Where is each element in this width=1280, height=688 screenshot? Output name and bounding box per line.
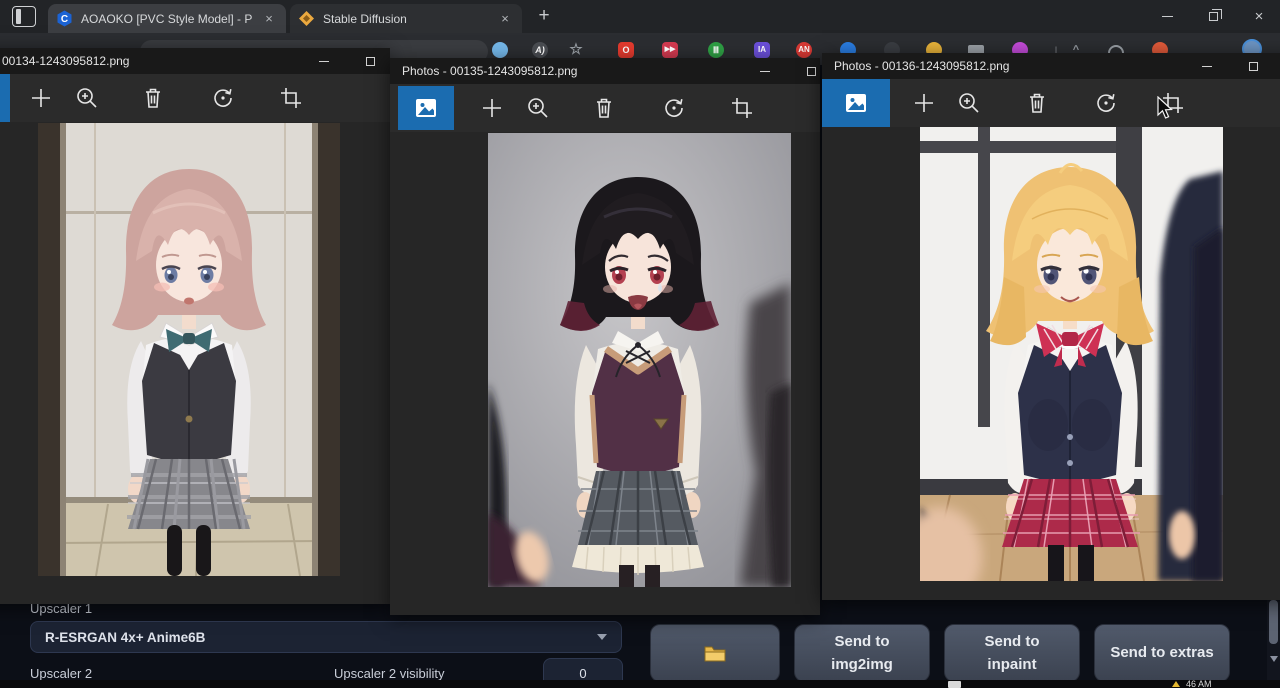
photo-00134[interactable] xyxy=(38,123,340,576)
rotate-button[interactable] xyxy=(1093,90,1119,116)
maximize-icon xyxy=(807,67,816,76)
restore-icon xyxy=(1209,12,1218,21)
add-button[interactable] xyxy=(479,95,505,121)
close-icon: × xyxy=(1255,9,1264,24)
delete-button[interactable] xyxy=(1024,90,1050,116)
photo-00136[interactable] xyxy=(920,127,1223,581)
civitai-c-icon: C xyxy=(56,10,73,27)
minimize-button[interactable] xyxy=(1184,53,1230,79)
scrollbar-down-button[interactable] xyxy=(1268,652,1279,666)
extension-icon-arc[interactable] xyxy=(1108,45,1124,53)
webui-scrollbar[interactable] xyxy=(1267,600,1280,688)
upscaler1-value: R-ESRGAN 4x+ Anime6B xyxy=(45,630,597,645)
photos-window-00136: Photos - 00136-1243095812.png xyxy=(822,53,1280,600)
maximize-button[interactable] xyxy=(347,48,393,74)
title-bar[interactable]: Photos - 00135-1243095812.png xyxy=(390,58,820,84)
crop-button[interactable] xyxy=(729,95,755,121)
notification-icon xyxy=(1172,681,1180,687)
photos-toolbar xyxy=(0,74,390,122)
delete-button[interactable] xyxy=(140,85,166,111)
zoom-button[interactable] xyxy=(956,90,982,116)
scrollbar-thumb[interactable] xyxy=(1269,600,1278,644)
taskbar: 46 AM xyxy=(0,680,1280,688)
browser-tab-bar: C AOAOKO [PVC Style Model] - PV × Stable… xyxy=(0,0,1280,33)
upscaler2-label: Upscaler 2 xyxy=(30,666,92,681)
extension-icon-play[interactable]: ▶▶ xyxy=(662,42,678,58)
extension-icon-shark[interactable] xyxy=(492,42,508,58)
browser-close-button[interactable]: × xyxy=(1236,0,1280,33)
maximize-icon xyxy=(1249,62,1258,71)
extension-icon-an[interactable]: AN xyxy=(796,42,812,58)
window-title: Photos - 00135-1243095812.png xyxy=(402,58,577,84)
bookmark-star-icon[interactable]: ☆ xyxy=(568,42,584,58)
delete-button[interactable] xyxy=(591,95,617,121)
minimize-icon xyxy=(1162,16,1173,17)
extension-icon-a[interactable]: A) xyxy=(532,42,548,58)
close-icon[interactable]: × xyxy=(496,10,514,28)
zoom-button[interactable] xyxy=(525,95,551,121)
window-title: Photos - 00136-1243095812.png xyxy=(834,53,1009,79)
minimize-icon xyxy=(319,61,329,62)
open-folder-button[interactable] xyxy=(650,624,780,682)
photos-window-00134: 00134-1243095812.png xyxy=(0,48,390,604)
chevron-down-icon xyxy=(1270,656,1278,662)
close-icon[interactable]: × xyxy=(260,10,278,28)
send-to-extras-button[interactable]: Send to extras xyxy=(1094,624,1230,682)
send-to-inpaint-button[interactable]: Send to inpaint xyxy=(944,624,1080,682)
upscaler2-visibility-label: Upscaler 2 visibility xyxy=(334,666,445,681)
browser-minimize-button[interactable] xyxy=(1144,0,1190,33)
photo-00135[interactable] xyxy=(488,133,791,587)
add-button[interactable] xyxy=(911,90,937,116)
window-title: 00134-1243095812.png xyxy=(2,48,129,74)
see-all-photos-button[interactable] xyxy=(822,79,890,127)
send-to-img2img-button[interactable]: Send to img2img xyxy=(794,624,930,682)
extension-icon-red-o[interactable]: O xyxy=(618,42,634,58)
svg-text:C: C xyxy=(61,14,68,25)
photos-toolbar xyxy=(822,79,1280,127)
minimize-icon xyxy=(1202,66,1212,67)
mouse-cursor xyxy=(1157,96,1174,120)
see-all-photos-button[interactable] xyxy=(0,74,10,122)
maximize-icon xyxy=(366,57,375,66)
show-hidden-icons-button[interactable] xyxy=(948,681,961,688)
extension-icon-green-bank[interactable]: Ⅲ xyxy=(708,42,724,58)
folder-icon xyxy=(703,644,727,663)
zoom-button[interactable] xyxy=(74,85,100,111)
new-tab-button[interactable]: + xyxy=(533,6,555,28)
browser-tab-stable-diffusion[interactable]: Stable Diffusion × xyxy=(290,4,522,33)
see-all-photos-button[interactable] xyxy=(398,86,454,130)
rotate-button[interactable] xyxy=(661,95,687,121)
maximize-button[interactable] xyxy=(1230,53,1276,79)
title-bar[interactable]: Photos - 00136-1243095812.png xyxy=(822,53,1280,79)
browser-restore-button[interactable] xyxy=(1190,0,1236,33)
upscaler1-dropdown[interactable]: R-ESRGAN 4x+ Anime6B xyxy=(30,621,622,653)
rotate-button[interactable] xyxy=(210,85,236,111)
minimize-button[interactable] xyxy=(742,58,788,84)
photos-icon xyxy=(413,95,439,121)
title-bar[interactable]: 00134-1243095812.png xyxy=(0,48,390,74)
extension-icon-ia[interactable]: IA xyxy=(754,42,770,58)
crop-button[interactable] xyxy=(278,85,304,111)
tab-overview-icon[interactable] xyxy=(12,6,36,27)
photos-toolbar xyxy=(390,84,820,132)
minimize-button[interactable] xyxy=(301,48,347,74)
photos-icon xyxy=(843,90,869,116)
tab-title: Stable Diffusion xyxy=(323,12,488,26)
tab-title: AOAOKO [PVC Style Model] - PV xyxy=(81,12,252,26)
browser-tab-civitai[interactable]: C AOAOKO [PVC Style Model] - PV × xyxy=(48,4,286,33)
stable-diffusion-icon xyxy=(298,10,315,27)
photos-window-00135: Photos - 00135-1243095812.png xyxy=(390,58,820,615)
taskbar-clock[interactable]: 46 AM xyxy=(1186,680,1212,688)
chevron-down-icon xyxy=(597,634,607,640)
minimize-icon xyxy=(760,71,770,72)
add-button[interactable] xyxy=(28,85,54,111)
